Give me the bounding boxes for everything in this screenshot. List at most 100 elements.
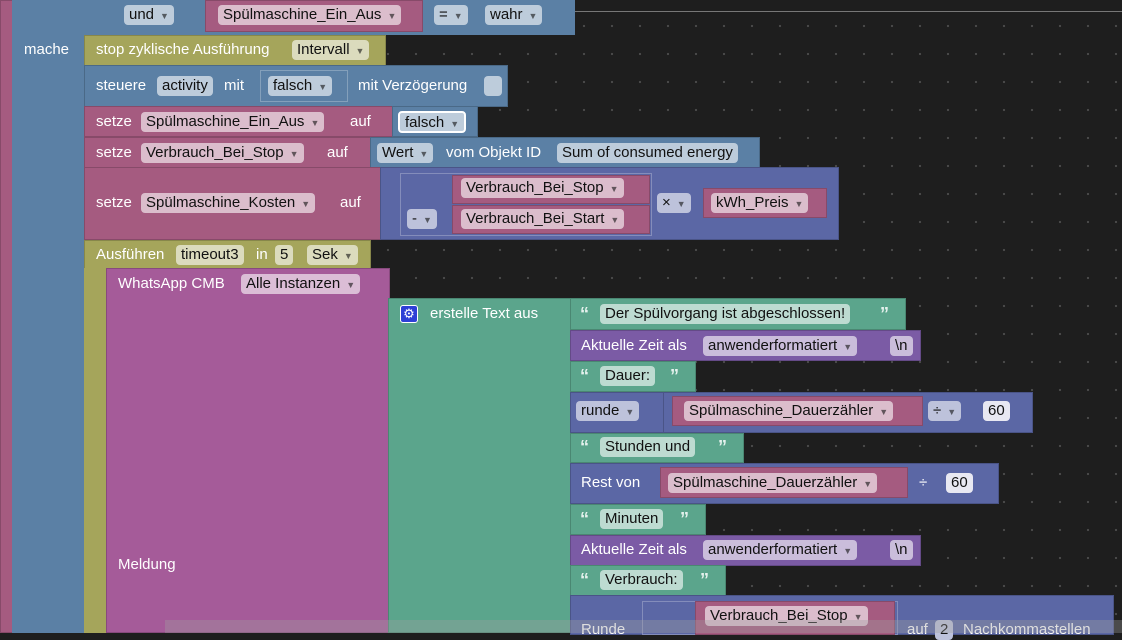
- bool-dropdown[interactable]: falsch ▼: [398, 111, 467, 133]
- compare-var-dropdown[interactable]: Spülmaschine_Ein_Aus ▼: [218, 5, 402, 25]
- text-join-block[interactable]: [388, 298, 572, 633]
- var-dropdown[interactable]: Verbrauch_Bei_Stop ▼: [461, 178, 624, 198]
- steuere-label: steuere: [96, 77, 147, 94]
- var-name: Spülmaschine_Dauerzähler: [689, 402, 874, 419]
- divide-label: ÷: [919, 474, 928, 491]
- close-quote-icon: ”: [718, 437, 727, 457]
- value: Wert: [382, 144, 414, 161]
- timeout-name-field[interactable]: timeout3: [176, 245, 244, 265]
- var-dropdown[interactable]: Spülmaschine_Dauerzähler ▼: [668, 473, 878, 493]
- var-dropdown[interactable]: Verbrauch_Bei_Stop ▼: [141, 143, 304, 163]
- text-field[interactable]: Stunden und: [600, 437, 696, 457]
- close-quote-icon: ”: [700, 570, 709, 590]
- value: anwenderformatiert: [708, 337, 838, 354]
- open-quote-icon: “: [580, 437, 589, 457]
- join-label: erstelle Text aus: [430, 305, 539, 322]
- time-format-dropdown[interactable]: anwenderformatiert ▼: [703, 336, 858, 356]
- timeout-label: Ausführen: [96, 246, 165, 263]
- time-label: Aktuelle Zeit als: [581, 337, 687, 354]
- var-name: Spülmaschine_Ein_Aus: [223, 6, 382, 23]
- top-rule: [575, 11, 1122, 12]
- mache-label: mache: [24, 41, 70, 58]
- unit-dropdown[interactable]: Sek ▼: [307, 245, 358, 265]
- setze-label: setze: [96, 113, 132, 130]
- value: falsch: [273, 77, 313, 94]
- time-format-dropdown[interactable]: anwenderformatiert ▼: [703, 540, 858, 560]
- var-name: Verbrauch_Bei_Start: [466, 210, 605, 227]
- text-field[interactable]: Dauer:: [600, 366, 656, 386]
- close-quote-icon: ”: [680, 509, 689, 529]
- number-field[interactable]: 60: [946, 473, 973, 493]
- var-name: Spülmaschine_Dauerzähler: [673, 474, 858, 491]
- from-label: vom Objekt ID: [446, 144, 542, 161]
- instance-dropdown[interactable]: Alle Instanzen ▼: [241, 274, 361, 294]
- op: =: [439, 6, 448, 23]
- number-field[interactable]: 60: [983, 401, 1010, 421]
- var-dropdown[interactable]: Spülmaschine_Kosten ▼: [141, 193, 316, 213]
- op: ×: [662, 194, 671, 211]
- compare-op-dropdown[interactable]: = ▼: [434, 5, 468, 25]
- var-dropdown[interactable]: Verbrauch_Bei_Start ▼: [461, 209, 625, 229]
- text-field[interactable]: Verbrauch:: [600, 570, 683, 590]
- gear-icon[interactable]: ⚙: [400, 305, 418, 323]
- open-quote-icon: “: [580, 570, 589, 590]
- message-label: Meldung: [118, 556, 176, 573]
- value: wahr: [490, 6, 523, 23]
- value: Intervall: [297, 41, 350, 58]
- whatsapp-label: WhatsApp CMB: [118, 275, 225, 292]
- value: Alle Instanzen: [246, 275, 341, 292]
- interval-dropdown[interactable]: Intervall ▼: [292, 40, 370, 60]
- setze-label: setze: [96, 144, 132, 161]
- rest-label: Rest von: [581, 474, 641, 491]
- horizontal-scrollbar[interactable]: [165, 620, 1122, 633]
- var-name: Spülmaschine_Ein_Aus: [146, 113, 305, 130]
- var-dropdown[interactable]: kWh_Preis ▼: [711, 193, 809, 213]
- value: runde: [581, 402, 620, 419]
- text-field[interactable]: Minuten: [600, 509, 664, 529]
- stop-label: stop zyklische Ausführung: [96, 41, 270, 58]
- auf-label: auf: [340, 194, 361, 211]
- round-dropdown[interactable]: runde ▼: [576, 401, 640, 421]
- bool-dropdown[interactable]: falsch ▼: [268, 76, 333, 96]
- open-quote-icon: “: [580, 509, 589, 529]
- in-label: in: [256, 246, 268, 263]
- if-block[interactable]: [12, 0, 85, 633]
- auf-label: auf: [350, 113, 371, 130]
- divide-dropdown[interactable]: ÷ ▼: [928, 401, 962, 421]
- whatsapp-block[interactable]: [106, 268, 390, 633]
- open-quote-icon: “: [580, 304, 589, 324]
- logic-op: und: [129, 6, 155, 23]
- close-quote-icon: ”: [880, 304, 889, 324]
- var-name: Verbrauch_Bei_Stop: [466, 179, 604, 196]
- var-dropdown[interactable]: Spülmaschine_Ein_Aus ▼: [141, 112, 325, 132]
- times-dropdown[interactable]: × ▼: [657, 193, 691, 213]
- value: anwenderformatiert: [708, 541, 838, 558]
- auf-label: auf: [327, 144, 348, 161]
- op: ÷: [933, 402, 942, 419]
- open-quote-icon: “: [580, 366, 589, 386]
- var-name: kWh_Preis: [716, 194, 789, 211]
- op: -: [412, 210, 417, 227]
- time-label: Aktuelle Zeit als: [581, 541, 687, 558]
- var-dropdown[interactable]: Spülmaschine_Dauerzähler ▼: [684, 401, 894, 421]
- newline-field[interactable]: \n: [890, 540, 913, 560]
- value: falsch: [405, 114, 445, 131]
- value: Sek: [312, 246, 338, 263]
- setze-label: setze: [96, 194, 132, 211]
- mit-label: mit: [224, 77, 244, 94]
- close-quote-icon: ”: [670, 366, 679, 386]
- object-id-field[interactable]: Sum of consumed energy: [557, 143, 738, 163]
- var-name: Verbrauch_Bei_Stop: [146, 144, 284, 161]
- delay-checkbox[interactable]: [484, 76, 502, 96]
- logic-op-dropdown[interactable]: und ▼: [124, 5, 174, 25]
- timeout-body: [84, 268, 107, 633]
- timeout-amount-field[interactable]: 5: [275, 245, 294, 265]
- text-field[interactable]: Der Spülvorgang ist abgeschlossen!: [600, 304, 851, 324]
- newline-field[interactable]: \n: [890, 336, 913, 356]
- minus-dropdown[interactable]: - ▼: [407, 209, 437, 229]
- device-field[interactable]: activity: [157, 76, 213, 96]
- var-name: Spülmaschine_Kosten: [146, 194, 296, 211]
- mode-dropdown[interactable]: Wert ▼: [377, 143, 434, 163]
- delay-label: mit Verzögerung: [358, 77, 468, 94]
- compare-value-dropdown[interactable]: wahr ▼: [485, 5, 543, 25]
